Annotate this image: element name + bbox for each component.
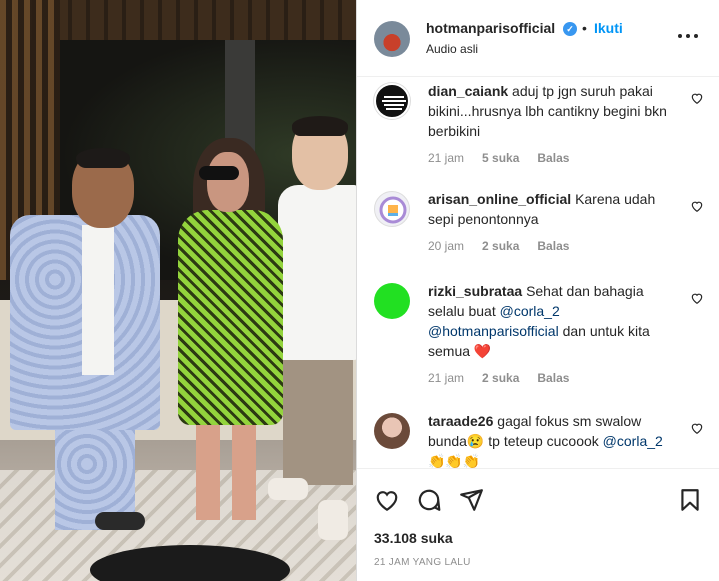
comment-text: dian_caiank aduj tp jgn suruh pakai biki… xyxy=(428,81,683,141)
person-2-dress xyxy=(178,210,283,425)
like-heart-icon[interactable] xyxy=(690,421,704,435)
comment-text: arisan_online_official Karena udah sepi … xyxy=(428,189,683,229)
avatar[interactable] xyxy=(374,283,410,319)
video-scene xyxy=(0,0,356,581)
person-3-shoe xyxy=(318,500,348,540)
header-separator: • xyxy=(582,20,587,36)
bookmark-icon[interactable] xyxy=(677,487,703,513)
post-footer: 33.108 suka 21 JAM YANG LALU xyxy=(357,468,719,581)
comment-likes[interactable]: 2 suka xyxy=(482,371,519,385)
comment-text: rizki_subrataa Sehat dan bahagia selalu … xyxy=(428,281,683,361)
comment-emoji: 👏👏👏 xyxy=(428,453,481,468)
person-1-shoe xyxy=(95,512,145,530)
verified-badge-icon: ✓ xyxy=(563,22,577,36)
post-video[interactable] xyxy=(0,0,356,581)
like-heart-icon[interactable] xyxy=(690,91,704,105)
person-3-hair xyxy=(292,116,348,136)
person-1-shirt xyxy=(82,225,114,375)
person-3-shirt xyxy=(278,185,356,360)
like-heart-icon[interactable] xyxy=(690,291,704,305)
avatar[interactable] xyxy=(374,21,410,57)
comment-bubble-icon[interactable] xyxy=(416,487,442,513)
follow-button[interactable]: Ikuti xyxy=(594,20,623,36)
post-header: hotmanparisofficial ✓ • Ikuti Audio asli xyxy=(357,0,719,77)
comment-meta: 20 jam 2 suka Balas xyxy=(428,239,587,253)
avatar[interactable] xyxy=(374,413,410,449)
comment-username[interactable]: arisan_online_official xyxy=(428,191,571,207)
comment-likes[interactable]: 5 suka xyxy=(482,151,519,165)
comment-username[interactable]: rizki_subrataa xyxy=(428,283,522,299)
comment-likes[interactable]: 2 suka xyxy=(482,239,519,253)
person-3-shoe xyxy=(268,478,308,500)
mention-link[interactable]: @corla_2 xyxy=(500,303,560,319)
mention-link[interactable]: @corla_2 xyxy=(603,433,663,449)
comment-meta: 21 jam 2 suka Balas xyxy=(428,371,587,385)
person-3-pants xyxy=(283,355,353,485)
comment-time: 21 jam xyxy=(428,371,465,385)
reply-button[interactable]: Balas xyxy=(537,151,569,165)
share-send-icon[interactable] xyxy=(458,487,484,513)
comment-text: taraade26 gagal fokus sm swalow bunda😢 t… xyxy=(428,411,683,468)
instagram-post-view: hotmanparisofficial ✓ • Ikuti Audio asli… xyxy=(0,0,719,581)
post-author-username[interactable]: hotmanparisofficial xyxy=(426,20,555,36)
comment-meta: 21 jam 5 suka Balas xyxy=(428,151,587,165)
more-options-icon[interactable] xyxy=(675,26,701,46)
post-side-panel: hotmanparisofficial ✓ • Ikuti Audio asli… xyxy=(357,0,719,581)
audio-label[interactable]: Audio asli xyxy=(426,42,478,56)
person-2-legs xyxy=(196,420,256,520)
like-heart-icon[interactable] xyxy=(690,199,704,213)
comment-username[interactable]: taraade26 xyxy=(428,413,493,429)
like-heart-icon[interactable] xyxy=(374,487,400,513)
sunglasses xyxy=(199,166,239,180)
mention-link[interactable]: @hotmanparisofficial xyxy=(428,323,559,339)
avatar[interactable] xyxy=(374,191,410,227)
comment-time: 21 jam xyxy=(428,151,465,165)
comments-list[interactable]: dian_caiank aduj tp jgn suruh pakai biki… xyxy=(357,77,719,468)
comment-time: 20 jam xyxy=(428,239,465,253)
likes-count[interactable]: 33.108 suka xyxy=(374,530,453,546)
comment-username[interactable]: dian_caiank xyxy=(428,83,508,99)
person-1-hair xyxy=(76,148,130,168)
person-2-face xyxy=(207,152,249,212)
reply-button[interactable]: Balas xyxy=(537,371,569,385)
post-timestamp[interactable]: 21 JAM YANG LALU xyxy=(374,557,471,568)
reply-button[interactable]: Balas xyxy=(537,239,569,253)
avatar[interactable] xyxy=(374,83,410,119)
